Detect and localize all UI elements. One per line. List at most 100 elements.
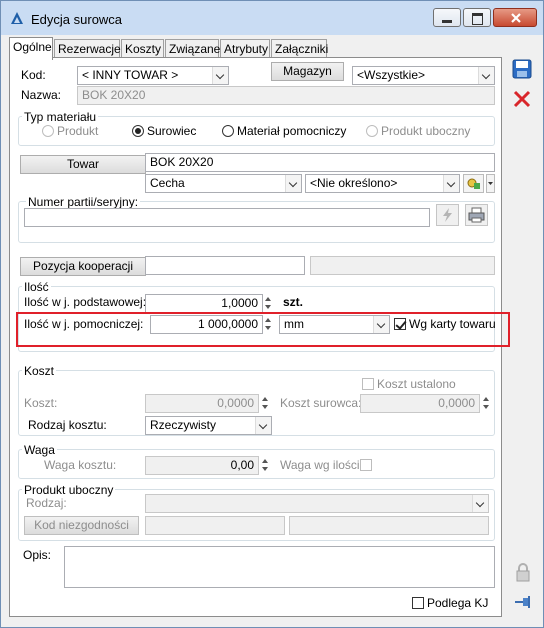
waga-kosztu-spinner[interactable] xyxy=(260,457,270,474)
koszt-label: Koszt: xyxy=(24,396,58,410)
radio-produkt-uboczny[interactable] xyxy=(366,125,378,137)
rodzaj-kosztu-label: Rodzaj kosztu: xyxy=(28,418,107,432)
ilosc-podstawowa-label: Ilość w j. podstawowej: xyxy=(24,295,147,309)
cecha-value-combo[interactable]: <Nie określono> xyxy=(305,174,460,193)
save-button[interactable] xyxy=(511,58,533,80)
opis-field[interactable] xyxy=(64,546,495,588)
waga-kosztu-field: 0,00 xyxy=(145,456,259,475)
ilosc-legend: Ilość xyxy=(22,280,51,294)
kod-niezgodnosci-button[interactable]: Kod niezgodności xyxy=(24,516,139,535)
numer-partii-label: Numer partii/seryjny: xyxy=(26,195,141,209)
produkt-uboczny-rodzaj-combo xyxy=(145,494,489,513)
tab-label: Koszty xyxy=(125,42,162,56)
towar-value: BOK 20X20 xyxy=(150,155,214,169)
koszt-ustalono-label: Koszt ustalono xyxy=(377,377,456,391)
produkt-uboczny-legend: Produkt uboczny xyxy=(22,483,116,497)
produkt-uboczny-rodzaj-label: Rodzaj: xyxy=(26,496,67,510)
tab-label: Załączniki xyxy=(275,42,329,56)
chevron-down-icon xyxy=(285,175,301,192)
waga-kosztu-value: 0,00 xyxy=(230,458,254,472)
rodzaj-kosztu-combo[interactable]: Rzeczywisty xyxy=(145,416,272,435)
lock-icon xyxy=(516,563,530,582)
podlega-kj-label: Podlega KJ xyxy=(427,596,489,610)
close-icon xyxy=(511,13,521,23)
koszt-field: 0,0000 xyxy=(145,394,259,413)
kod-niezgodnosci-field xyxy=(145,516,285,535)
save-icon xyxy=(512,59,532,79)
pin-icon xyxy=(515,596,530,608)
generate-batch-button[interactable] xyxy=(436,204,459,226)
maximize-button[interactable] xyxy=(463,8,491,27)
title-bar: Edycja surowca xyxy=(1,1,543,35)
waga-wg-ilosci-label: Waga wg ilości: xyxy=(280,458,363,472)
radio-produkt[interactable] xyxy=(42,125,54,137)
cecha-option-value: <Nie określono> xyxy=(310,176,398,190)
pin-button[interactable] xyxy=(512,591,534,613)
ilosc-podstawowa-unit: szt. xyxy=(283,295,304,309)
kod-niezgodnosci-label: Kod niezgodności xyxy=(34,518,129,532)
koszt-surowca-spinner[interactable] xyxy=(481,395,491,412)
maximize-icon xyxy=(472,13,483,25)
tab-atrybuty[interactable]: Atrybuty xyxy=(220,39,270,58)
pozycja-kooperacji-field[interactable] xyxy=(145,256,305,275)
radio-material-pomocniczy[interactable] xyxy=(222,125,234,137)
magazyn-value: <Wszystkie> xyxy=(357,68,426,82)
ilosc-podstawowa-field[interactable]: 1,0000 xyxy=(145,294,263,313)
highlight-frame xyxy=(16,312,510,347)
cecha-combo[interactable]: Cecha xyxy=(145,174,302,193)
magazyn-button[interactable]: Magazyn xyxy=(271,62,344,81)
koszt-legend: Koszt xyxy=(22,364,57,378)
cecha-value: Cecha xyxy=(150,176,185,190)
waga-wg-ilosci-checkbox[interactable] xyxy=(360,459,372,471)
tab-zalaczniki[interactable]: Załączniki xyxy=(271,39,329,58)
podlega-kj-checkbox[interactable] xyxy=(412,597,424,609)
attributes-icon xyxy=(467,178,480,189)
numer-partii-field[interactable] xyxy=(24,208,430,227)
radio-material-pomocniczy-label: Materiał pomocniczy xyxy=(237,124,347,138)
app-logo-icon xyxy=(11,12,23,24)
nazwa-field: BOK 20X20 xyxy=(77,86,495,105)
kod-combo[interactable]: < INNY TOWAR > xyxy=(77,66,229,85)
attributes-button[interactable] xyxy=(463,174,484,193)
waga-legend: Waga xyxy=(22,443,57,457)
print-batch-button[interactable] xyxy=(465,204,488,226)
kod-label: Kod: xyxy=(21,68,46,82)
tab-label: Ogólne xyxy=(13,40,52,54)
koszt-surowca-field: 0,0000 xyxy=(360,394,480,413)
lock-button[interactable] xyxy=(512,561,534,583)
kod-niezgodnosci-desc xyxy=(289,516,489,535)
caret-down-icon xyxy=(488,182,493,185)
magazyn-button-label: Magazyn xyxy=(283,64,332,78)
delete-x-icon xyxy=(513,90,531,108)
koszt-ustalono-checkbox[interactable] xyxy=(362,378,374,390)
chevron-down-icon xyxy=(443,175,459,192)
tab-rezerwacje[interactable]: Rezerwacje xyxy=(54,39,121,58)
pozycja-kooperacji-button[interactable]: Pozycja kooperacji xyxy=(20,257,146,276)
koszt-surowca-value: 0,0000 xyxy=(438,396,475,410)
koszt-spinner[interactable] xyxy=(260,395,270,412)
attributes-dropdown[interactable] xyxy=(486,174,495,193)
magazyn-combo[interactable]: <Wszystkie> xyxy=(352,66,495,85)
kod-value: < INNY TOWAR > xyxy=(82,68,179,82)
typ-materialu-legend: Typ materiału xyxy=(22,110,99,124)
ilosc-podstawowa-value: 1,0000 xyxy=(221,296,258,310)
close-window-button[interactable] xyxy=(493,8,537,27)
printer-icon xyxy=(468,207,485,223)
towar-button-label: Towar xyxy=(66,157,99,171)
pozycja-kooperacji-label: Pozycja kooperacji xyxy=(32,259,134,273)
waga-kosztu-label: Waga kosztu: xyxy=(44,458,117,472)
radio-surowiec[interactable] xyxy=(132,125,144,137)
chevron-down-icon xyxy=(212,67,228,84)
tab-ogolne[interactable]: Ogólne xyxy=(9,37,53,60)
tab-koszty[interactable]: Koszty xyxy=(121,39,164,58)
tab-zwiazane[interactable]: Związane xyxy=(165,39,221,58)
towar-button[interactable]: Towar xyxy=(20,155,146,174)
cancel-button[interactable] xyxy=(511,88,533,110)
pozycja-kooperacji-desc xyxy=(310,256,495,275)
koszt-value: 0,0000 xyxy=(217,396,254,410)
ilosc-podstawowa-spinner[interactable] xyxy=(263,295,273,312)
towar-field[interactable]: BOK 20X20 xyxy=(145,153,495,172)
tab-label: Związane xyxy=(169,42,221,56)
tab-label: Rezerwacje xyxy=(58,42,121,56)
minimize-button[interactable] xyxy=(433,8,461,27)
